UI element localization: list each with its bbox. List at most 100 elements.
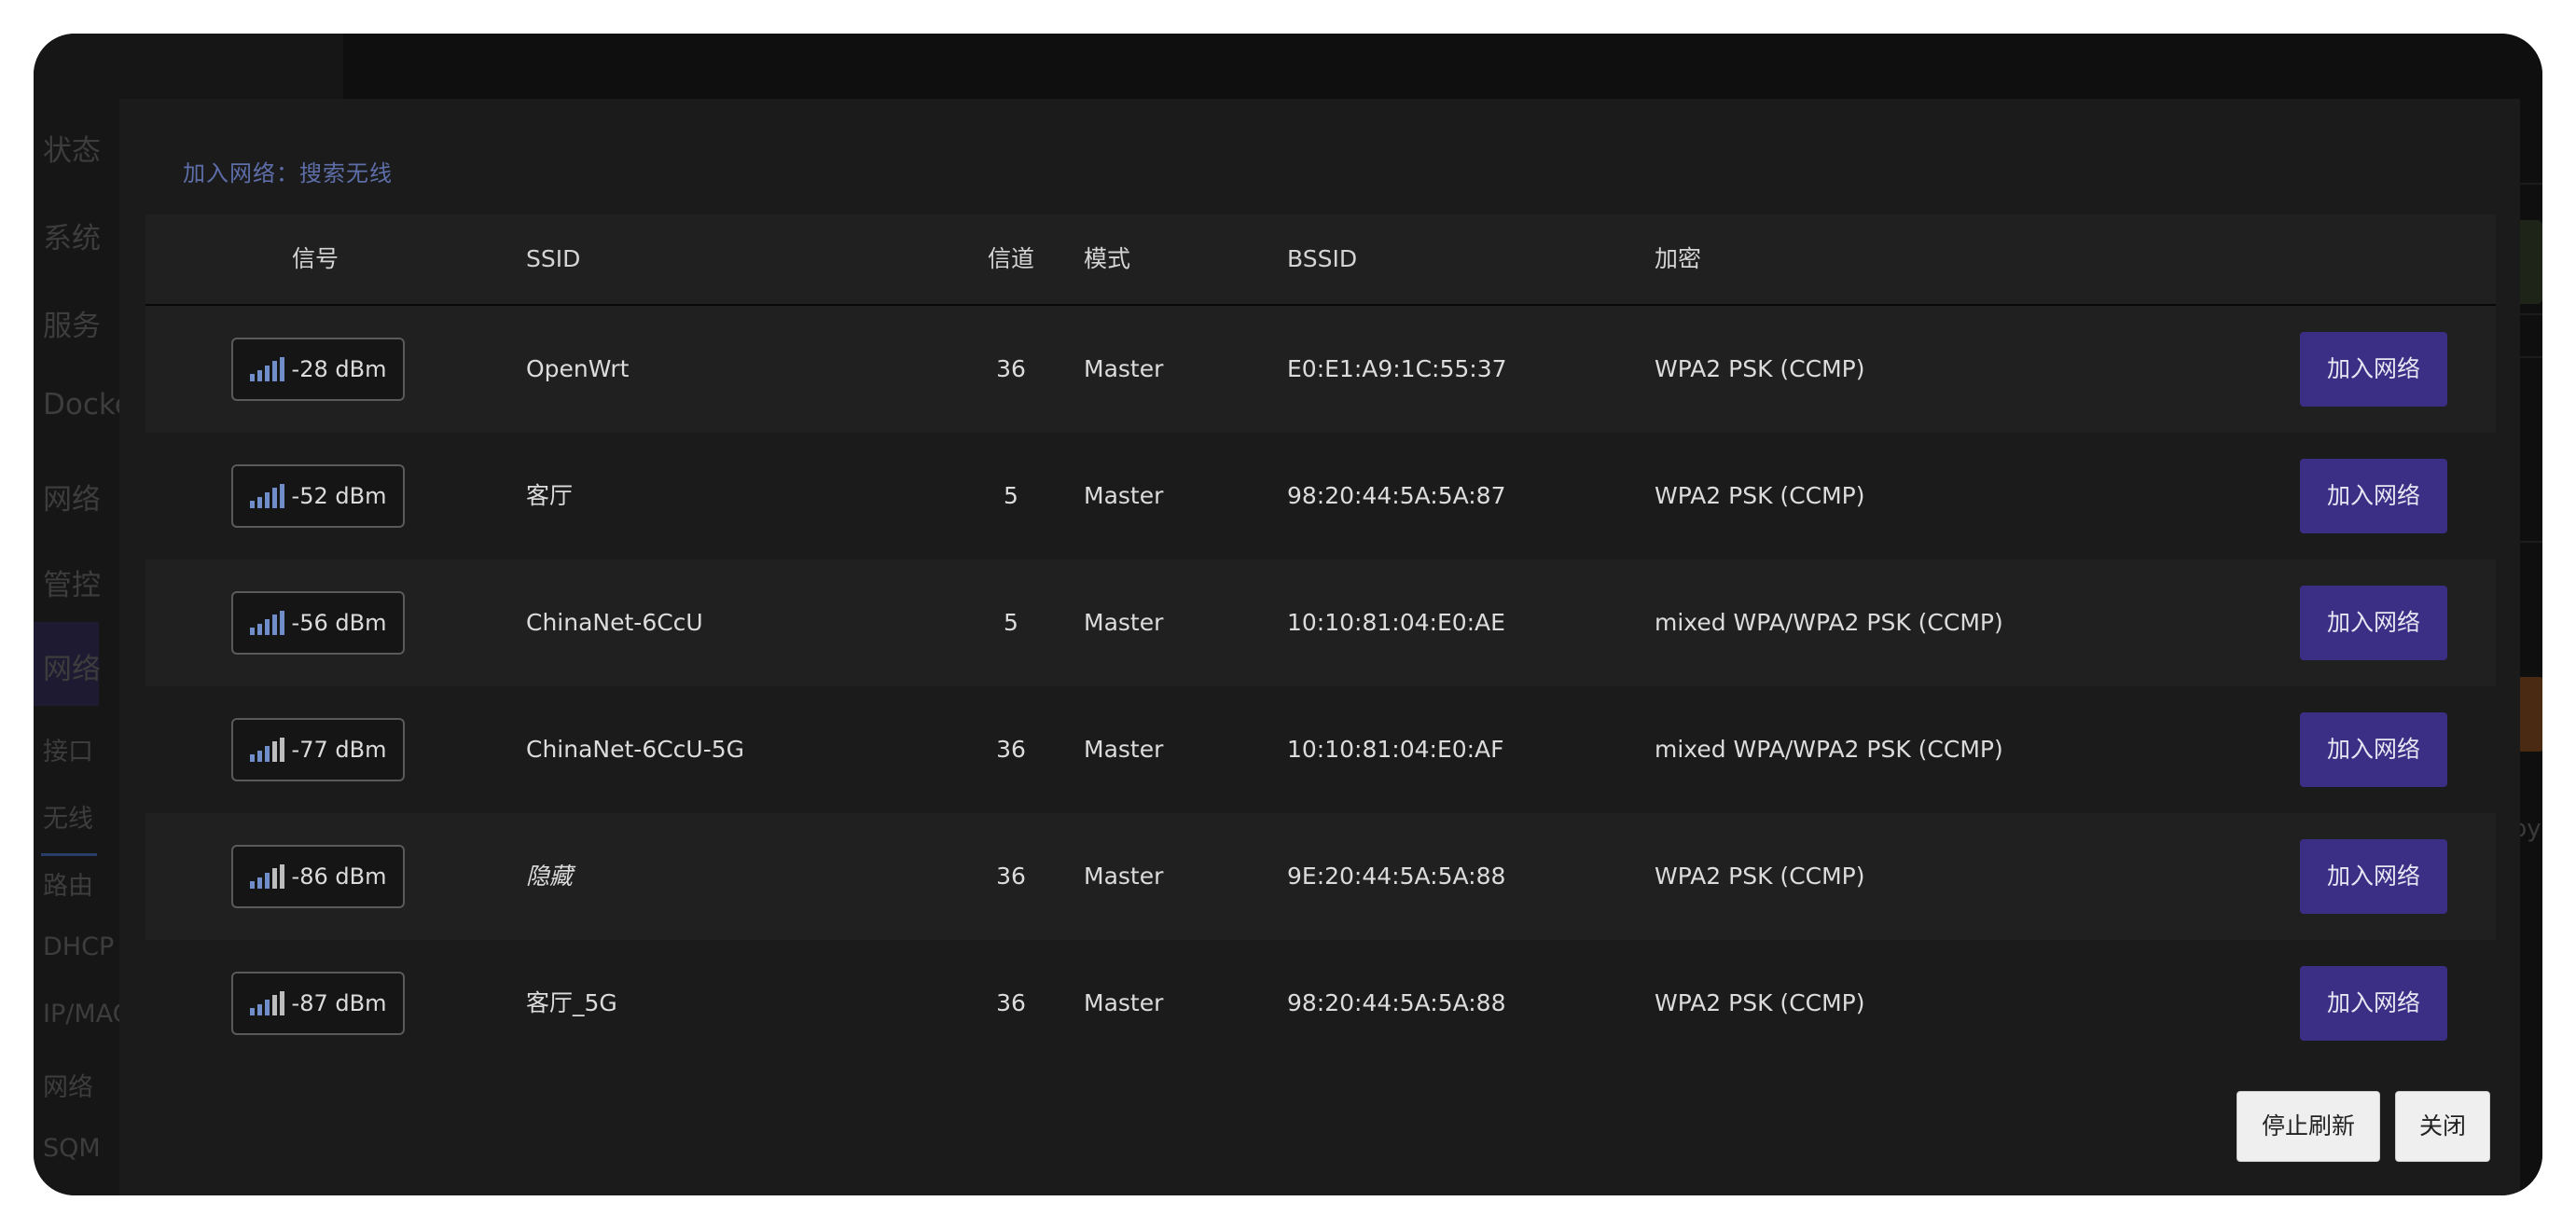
encryption-cell: WPA2 PSK (CCMP) bbox=[1655, 989, 1865, 1016]
bssid-cell: 98:20:44:5A:5A:87 bbox=[1287, 482, 1506, 509]
table-body: -28 dBm OpenWrt 36 Master E0:E1:A9:1C:55… bbox=[145, 306, 2496, 1067]
ssid-cell: 隐藏 bbox=[526, 863, 574, 890]
signal-bar bbox=[279, 611, 284, 635]
signal-value: -52 dBm bbox=[291, 483, 387, 509]
ssid-cell: 客厅_5G bbox=[526, 989, 617, 1016]
signal-bar bbox=[249, 1008, 255, 1015]
signal-cell: -28 dBm bbox=[145, 306, 485, 433]
signal-badge: -77 dBm bbox=[231, 718, 405, 781]
stop-refresh-button[interactable]: 停止刷新 bbox=[2237, 1091, 2380, 1162]
mode-cell: Master bbox=[1084, 355, 1164, 382]
signal-bar bbox=[264, 619, 270, 635]
signal-bar bbox=[271, 868, 277, 889]
bssid-cell: E0:E1:A9:1C:55:37 bbox=[1287, 355, 1507, 382]
sidebar-item[interactable]: 系统 bbox=[43, 214, 101, 256]
signal-strength-icon bbox=[249, 611, 284, 635]
signal-badge: -87 dBm bbox=[231, 972, 405, 1035]
signal-bar bbox=[256, 370, 262, 381]
signal-bar bbox=[279, 738, 284, 762]
channel-cell: 36 bbox=[996, 736, 1026, 763]
signal-bar bbox=[256, 1004, 262, 1015]
signal-strength-icon bbox=[249, 357, 284, 381]
signal-badge: -28 dBm bbox=[231, 338, 405, 401]
table-row: -52 dBm 客厅 5 Master 98:20:44:5A:5A:87 WP… bbox=[145, 433, 2496, 559]
sidebar-subitem[interactable]: IP/MAC bbox=[43, 1000, 131, 1029]
app-window: 状态 系统 服务 Docker 网络 管控 网络 接口 无线 路由 DHCP I… bbox=[34, 34, 2542, 1195]
signal-strength-icon bbox=[249, 991, 284, 1015]
signal-value: -77 dBm bbox=[291, 737, 387, 763]
table-row: -86 dBm 隐藏 36 Master 9E:20:44:5A:5A:88 W… bbox=[145, 813, 2496, 940]
encryption-cell: mixed WPA/WPA2 PSK (CCMP) bbox=[1655, 609, 2003, 636]
sidebar-subitem[interactable]: 路由 bbox=[43, 865, 93, 902]
sidebar-item[interactable]: 状态 bbox=[43, 127, 101, 169]
signal-bar bbox=[279, 357, 284, 381]
signal-bar bbox=[271, 488, 277, 508]
sidebar-subitem[interactable]: 网络 bbox=[43, 1067, 93, 1103]
mode-cell: Master bbox=[1084, 736, 1164, 763]
signal-bar bbox=[264, 873, 270, 889]
join-network-button[interactable]: 加入网络 bbox=[2300, 332, 2447, 407]
signal-bar bbox=[256, 877, 262, 889]
sidebar-subitem[interactable]: 接口 bbox=[43, 731, 93, 767]
join-network-button[interactable]: 加入网络 bbox=[2300, 459, 2447, 533]
signal-bar bbox=[249, 754, 255, 762]
table-header: 信号 SSID 信道 模式 BSSID 加密 bbox=[145, 214, 2496, 306]
scan-wireless-modal: 加入网络：搜索无线 信号 SSID 信道 模式 BSSID 加密 -28 dBm bbox=[119, 99, 2520, 1195]
signal-cell: -87 dBm bbox=[145, 940, 485, 1067]
sidebar-item[interactable]: 网络 bbox=[43, 645, 101, 687]
signal-bar bbox=[249, 501, 255, 508]
signal-bar bbox=[256, 497, 262, 508]
join-network-button[interactable]: 加入网络 bbox=[2300, 712, 2447, 787]
modal-title: 加入网络：搜索无线 bbox=[183, 160, 393, 186]
signal-bar bbox=[271, 995, 277, 1015]
signal-strength-icon bbox=[249, 864, 284, 889]
column-header-signal: 信号 bbox=[291, 245, 339, 272]
close-button[interactable]: 关闭 bbox=[2395, 1091, 2490, 1162]
signal-bar bbox=[271, 614, 277, 635]
signal-value: -28 dBm bbox=[291, 356, 387, 382]
encryption-cell: WPA2 PSK (CCMP) bbox=[1655, 482, 1865, 509]
table-row: -77 dBm ChinaNet-6CcU-5G 36 Master 10:10… bbox=[145, 686, 2496, 813]
join-network-button[interactable]: 加入网络 bbox=[2300, 966, 2447, 1041]
channel-cell: 36 bbox=[996, 989, 1026, 1016]
sidebar-item[interactable]: 网络 bbox=[43, 476, 101, 518]
join-network-button[interactable]: 加入网络 bbox=[2300, 839, 2447, 914]
channel-cell: 5 bbox=[1004, 482, 1018, 509]
signal-bar bbox=[249, 881, 255, 889]
mode-cell: Master bbox=[1084, 863, 1164, 890]
column-header-bssid: BSSID bbox=[1287, 245, 1358, 272]
signal-strength-icon bbox=[249, 484, 284, 508]
channel-cell: 36 bbox=[996, 355, 1026, 382]
signal-badge: -52 dBm bbox=[231, 464, 405, 528]
sidebar-subitem[interactable]: SQM bbox=[43, 1134, 101, 1163]
signal-value: -86 dBm bbox=[291, 863, 387, 890]
column-header-encryption: 加密 bbox=[1655, 245, 1702, 272]
sidebar-item[interactable]: 服务 bbox=[43, 302, 101, 344]
sidebar-item[interactable]: 管控 bbox=[43, 561, 101, 603]
join-network-button[interactable]: 加入网络 bbox=[2300, 586, 2447, 660]
sidebar-subitem[interactable]: DHCP bbox=[43, 932, 114, 961]
signal-bar bbox=[279, 864, 284, 889]
signal-cell: -52 dBm bbox=[145, 433, 485, 559]
signal-bar bbox=[264, 492, 270, 508]
column-header-ssid: SSID bbox=[526, 245, 581, 272]
table-row: -28 dBm OpenWrt 36 Master E0:E1:A9:1C:55… bbox=[145, 306, 2496, 433]
signal-value: -87 dBm bbox=[291, 990, 387, 1016]
mode-cell: Master bbox=[1084, 989, 1164, 1016]
ssid-cell: OpenWrt bbox=[526, 355, 630, 382]
bssid-cell: 98:20:44:5A:5A:88 bbox=[1287, 989, 1506, 1016]
bssid-cell: 10:10:81:04:E0:AE bbox=[1287, 609, 1505, 636]
signal-bar bbox=[264, 1000, 270, 1015]
bssid-cell: 10:10:81:04:E0:AF bbox=[1287, 736, 1504, 763]
table-row: -56 dBm ChinaNet-6CcU 5 Master 10:10:81:… bbox=[145, 559, 2496, 686]
table-row: -87 dBm 客厅_5G 36 Master 98:20:44:5A:5A:8… bbox=[145, 940, 2496, 1067]
encryption-cell: WPA2 PSK (CCMP) bbox=[1655, 355, 1865, 382]
signal-bar bbox=[279, 484, 284, 508]
signal-cell: -86 dBm bbox=[145, 813, 485, 940]
signal-bar bbox=[271, 741, 277, 762]
encryption-cell: WPA2 PSK (CCMP) bbox=[1655, 863, 1865, 890]
sidebar-subitem[interactable]: 无线 bbox=[43, 798, 93, 835]
signal-bar bbox=[279, 991, 284, 1015]
channel-cell: 36 bbox=[996, 863, 1026, 890]
column-header-channel: 信道 bbox=[987, 245, 1034, 272]
